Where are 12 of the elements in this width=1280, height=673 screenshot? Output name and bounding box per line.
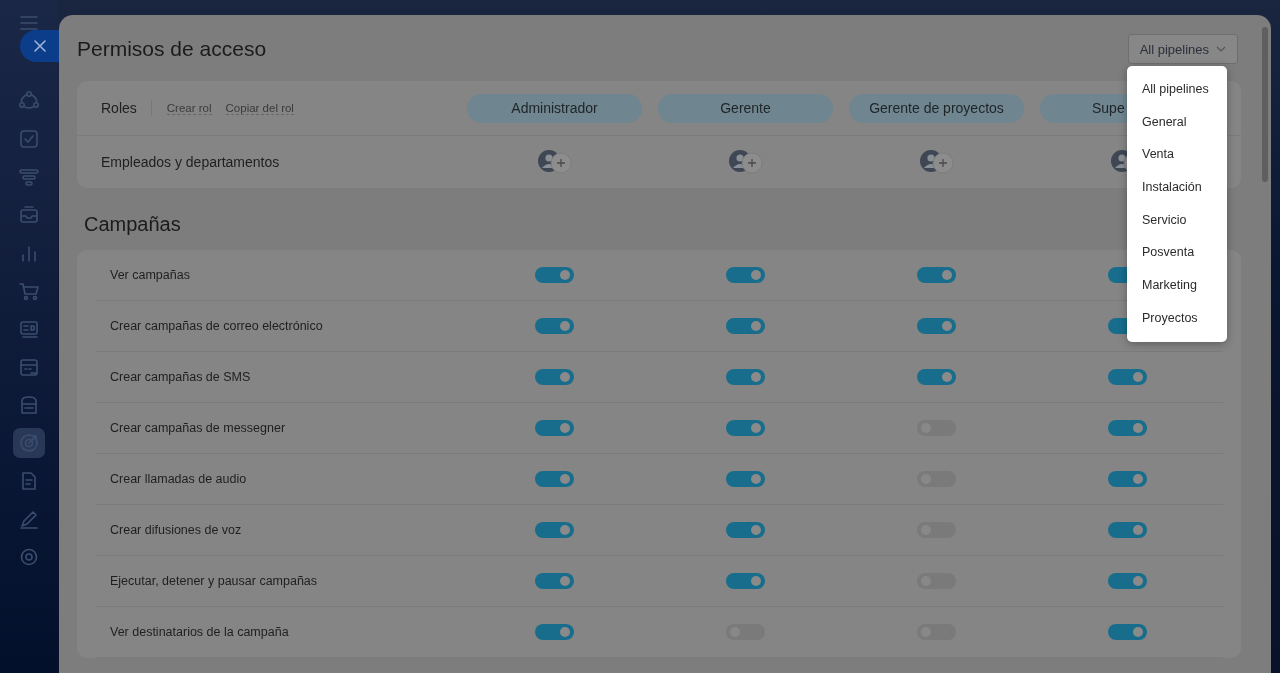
permission-label: Ejecutar, detener y pausar campañas [110,574,318,588]
permission-label: Ver destinatarios de la campaña [110,625,289,639]
permission-label: Crear llamadas de audio [110,472,247,486]
permission-label: Crear campañas de correo electrónico [110,319,323,333]
permission-label: Ver campañas [110,268,190,282]
permission-label: Crear campañas de SMS [110,370,251,384]
permission-label: Crear campañas de messegner [110,421,286,435]
assign-label: Empleados y departamentos [101,154,280,170]
roles-label: Roles [101,100,152,116]
permission-label: Crear difusiones de voz [110,523,242,537]
panel-title: Permisos de acceso [77,37,267,61]
section-title: Campañas [84,213,181,236]
